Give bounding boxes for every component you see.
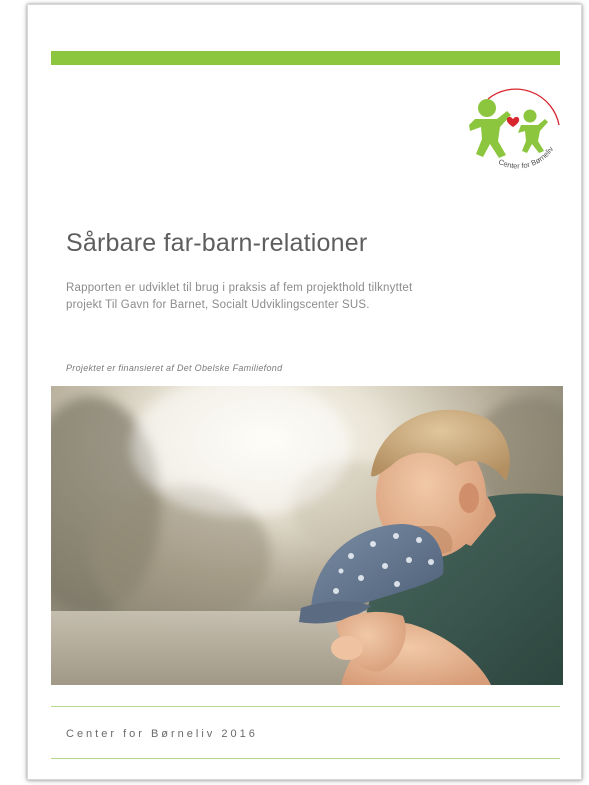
page-title: Sårbare far-barn-relationer <box>66 229 368 257</box>
funding-note: Projektet er finansieret af Det Obelske … <box>66 363 283 373</box>
document-page: Center for Børneliv Sårbare far-barn-rel… <box>27 4 582 780</box>
father-holding-child-photo <box>51 386 563 685</box>
header-accent-bar <box>51 51 560 65</box>
footer-text: Center for Børneliv 2016 <box>66 728 258 740</box>
two-children-heart-icon: Center for Børneliv <box>469 88 560 171</box>
footer-rule-bottom <box>51 758 560 759</box>
center-logo: Center for Børneliv <box>466 81 564 179</box>
report-subtitle: Rapporten er udviklet til brug i praksis… <box>66 282 413 311</box>
footer-rule-top <box>51 706 560 707</box>
viewer-canvas: Center for Børneliv Sårbare far-barn-rel… <box>0 0 589 785</box>
cover-photo <box>51 386 563 685</box>
